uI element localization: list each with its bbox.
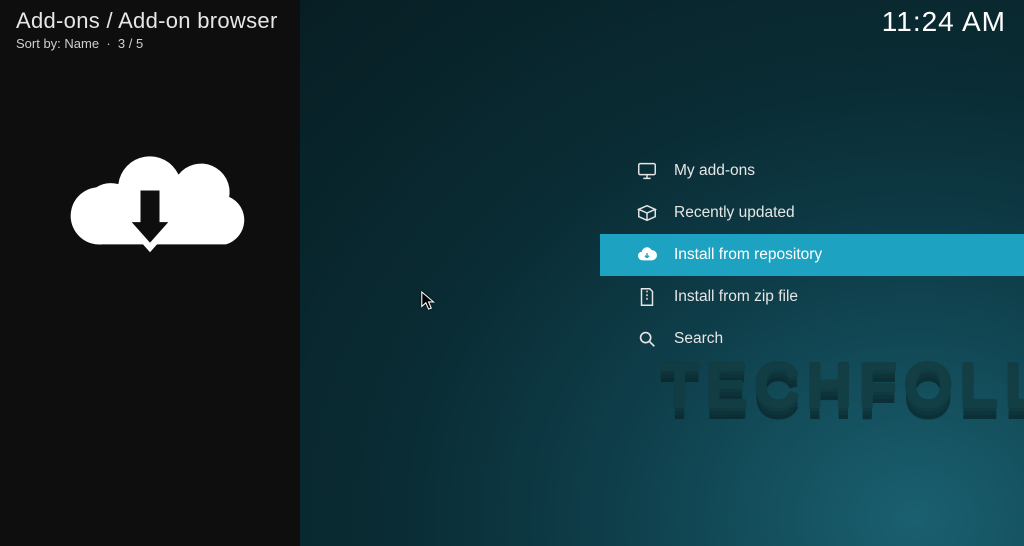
menu-item-install-from-zip[interactable]: Install from zip file	[600, 276, 1024, 318]
menu-item-recently-updated[interactable]: Recently updated	[600, 192, 1024, 234]
menu-item-label: My add-ons	[674, 162, 755, 180]
menu-item-label: Recently updated	[674, 204, 795, 222]
menu-item-label: Install from repository	[674, 246, 822, 264]
menu-item-search[interactable]: Search	[600, 318, 1024, 360]
mouse-cursor-icon	[420, 290, 438, 317]
cloud-download-icon	[0, 120, 300, 280]
cloud-download-small-icon	[636, 244, 658, 266]
sort-line: Sort by: Name · 3 / 5	[16, 36, 1008, 51]
menu-item-my-addons[interactable]: My add-ons	[600, 150, 1024, 192]
open-box-icon	[636, 202, 658, 224]
addon-browser-menu: My add-ons Recently updated Install from…	[600, 150, 1024, 360]
menu-item-install-from-repository[interactable]: Install from repository	[600, 234, 1024, 276]
zip-file-icon	[636, 286, 658, 308]
menu-item-label: Search	[674, 330, 723, 348]
search-icon	[636, 328, 658, 350]
breadcrumb: Add-ons / Add-on browser	[16, 8, 1008, 34]
monitor-icon	[636, 160, 658, 182]
list-position: 3 / 5	[118, 36, 143, 51]
menu-item-label: Install from zip file	[674, 288, 798, 306]
sort-by-label: Sort by: Name	[16, 36, 99, 51]
clock: 11:24 AM	[882, 6, 1006, 38]
